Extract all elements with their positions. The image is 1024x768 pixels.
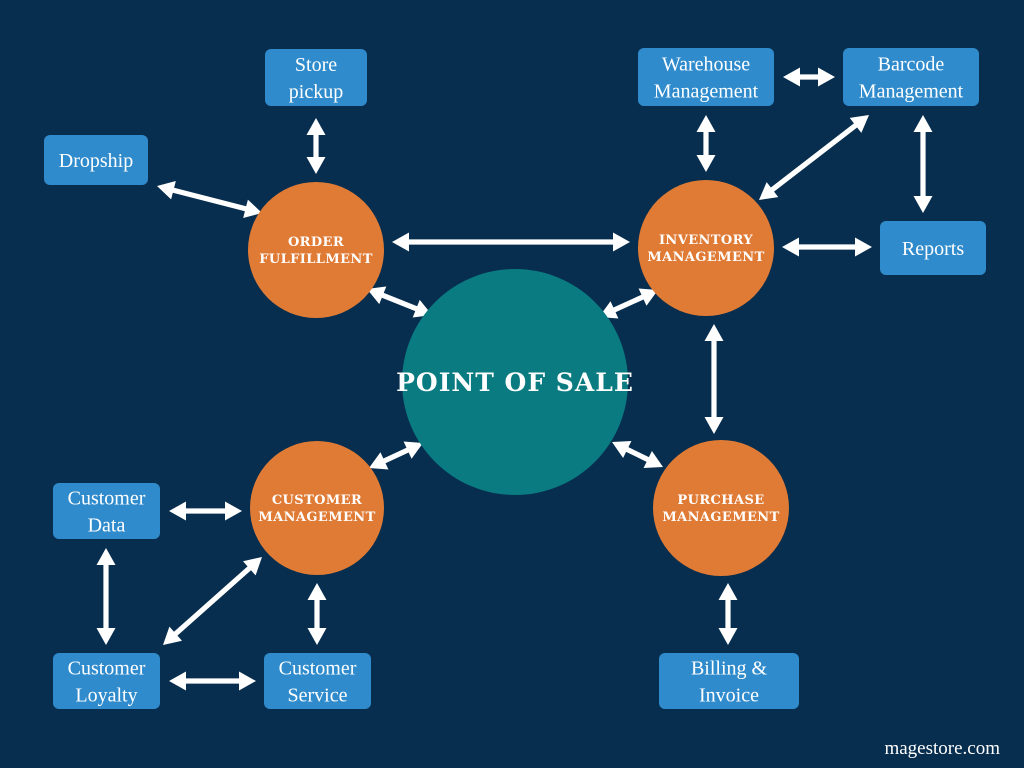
pos-ecosystem-diagram: Store pickupDropshipWarehouse ManagementBa…: [0, 0, 1024, 768]
box-label-line: Customer: [279, 657, 357, 679]
box-label-line: Customer: [68, 487, 146, 509]
circle-label-line: MANAGEMENT: [258, 510, 375, 525]
node-box-warehouse-management[interactable]: Warehouse Management: [638, 48, 774, 106]
circle-label-line: ORDER: [288, 235, 344, 250]
circle-label-line: PURCHASE: [677, 493, 764, 508]
watermark-magestore: magestore.com: [884, 738, 1000, 759]
box-label-line: Warehouse: [662, 53, 750, 75]
node-circle-customer-management[interactable]: CUSTOMER MANAGEMENT: [250, 441, 384, 575]
node-box-store-pickup[interactable]: Store pickup: [265, 49, 367, 106]
box-label-line: Data: [88, 515, 126, 537]
node-box-customer-service[interactable]: Customer Service: [264, 653, 371, 709]
node-circle-inventory-management[interactable]: INVENTORY MANAGEMENT: [638, 180, 774, 316]
circle-label-line: FULFILLMENT: [259, 252, 373, 267]
box-label-line: Billing &: [691, 657, 768, 679]
node-circle-purchase-management[interactable]: PURCHASE MANAGEMENT: [653, 440, 789, 576]
box-label-line: Store: [295, 54, 337, 76]
node-circle-order-fulfillment[interactable]: ORDER FULFILLMENT: [248, 182, 384, 318]
circle-shape-order-fulfillment[interactable]: [248, 182, 384, 318]
box-label-line: Customer: [68, 657, 146, 679]
box-label-line: Management: [859, 81, 964, 103]
box-label-line: Loyalty: [75, 685, 137, 707]
node-box-dropship[interactable]: Dropship: [44, 135, 148, 185]
box-label-dropship: Dropship: [59, 150, 133, 172]
node-box-customer-loyalty[interactable]: Customer Loyalty: [53, 653, 160, 709]
circle-shape-purchase-management[interactable]: [653, 440, 789, 576]
circle-label-line: CUSTOMER: [272, 493, 362, 508]
diagram-canvas: Store pickup Dropship Warehouse Management Ba…: [0, 0, 1024, 768]
box-label-line: pickup: [289, 81, 343, 103]
node-box-barcode-management[interactable]: Barcode Management: [843, 48, 979, 106]
box-label-line: Invoice: [699, 685, 759, 707]
box-label-line: Management: [654, 81, 759, 103]
box-label-reports: Reports: [902, 238, 964, 260]
box-label-line: Dropship: [59, 150, 133, 172]
circle-shape-inventory-management[interactable]: [638, 180, 774, 316]
circle-label-point-of-sale: POINT OF SALE: [396, 368, 634, 397]
circle-label-line: INVENTORY: [659, 233, 753, 248]
box-label-line: Barcode: [878, 53, 945, 75]
circle-shape-customer-management[interactable]: [250, 441, 384, 575]
node-box-customer-data[interactable]: Customer Data: [53, 483, 160, 539]
node-box-billing-invoice[interactable]: Billing & Invoice: [659, 653, 799, 709]
box-label-line: Service: [288, 685, 348, 707]
node-box-reports[interactable]: Reports: [880, 221, 986, 275]
circle-label-line: MANAGEMENT: [662, 510, 779, 525]
box-label-line: Reports: [902, 238, 964, 260]
circle-label-line: MANAGEMENT: [647, 250, 764, 265]
